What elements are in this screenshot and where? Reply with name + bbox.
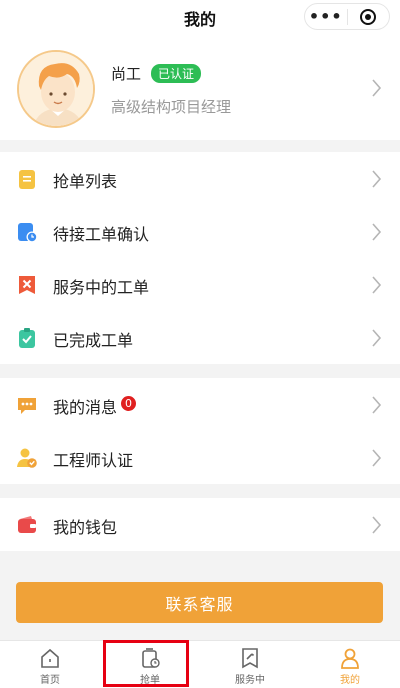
menu-label: 待接工单确认 — [53, 225, 150, 244]
clock-clipboard-icon — [18, 223, 38, 243]
tab-grab-order[interactable]: 抢单 — [100, 641, 200, 688]
messages-label: 我的消息 — [53, 398, 118, 417]
contact-service-button[interactable]: 联系客服 — [16, 582, 383, 623]
chevron-right-icon — [372, 329, 382, 347]
chevron-right-icon — [372, 223, 382, 241]
tab-in-service[interactable]: 服务中 — [200, 641, 300, 688]
clipboard-list-icon — [19, 170, 35, 189]
orders-menu-group: 抢单列表 待接工单确认 服务中的工单 已完成工单 — [0, 152, 400, 364]
target-circle-icon[interactable] — [348, 4, 390, 29]
tab-label: 首页 — [40, 675, 60, 686]
menu-item-pending-confirm[interactable]: 待接工单确认 — [0, 205, 400, 258]
verified-badge: 已认证 — [151, 64, 202, 83]
menu-label: 我的消息 0 — [53, 394, 137, 418]
nav-bar: 我的 ••• — [0, 0, 400, 34]
unread-count-badge: 0 — [121, 396, 137, 411]
chevron-right-icon — [372, 170, 382, 188]
wallet-menu-group: 我的钱包 — [0, 498, 400, 551]
tab-label: 服务中 — [235, 675, 265, 686]
menu-label: 服务中的工单 — [53, 278, 150, 297]
menu-item-in-service[interactable]: 服务中的工单 — [0, 258, 400, 311]
user-title: 高级结构项目经理 — [111, 98, 232, 116]
message-bubble-icon — [18, 398, 36, 414]
profile-card[interactable]: 尚工 已认证 高级结构项目经理 — [0, 34, 400, 140]
home-icon — [41, 648, 59, 668]
tab-label: 我的 — [340, 675, 360, 686]
account-menu-group: 我的消息 0 工程师认证 — [0, 378, 400, 484]
more-dots-icon[interactable]: ••• — [305, 4, 347, 29]
chevron-right-icon — [372, 516, 382, 534]
menu-item-grab-list[interactable]: 抢单列表 — [0, 152, 400, 205]
tab-label: 抢单 — [140, 675, 160, 686]
tab-mine[interactable]: 我的 — [300, 641, 400, 688]
name-line: 尚工 已认证 — [111, 63, 202, 84]
menu-item-completed[interactable]: 已完成工单 — [0, 311, 400, 364]
tab-home[interactable]: 首页 — [0, 641, 100, 688]
engineer-avatar-icon — [17, 50, 95, 128]
tools-cross-icon — [19, 276, 35, 294]
check-clipboard-icon — [19, 328, 35, 348]
menu-label: 工程师认证 — [53, 451, 134, 470]
chevron-right-icon — [372, 396, 382, 414]
menu-label: 抢单列表 — [53, 172, 118, 191]
chevron-right-icon — [372, 276, 382, 294]
chevron-right-icon — [372, 79, 382, 97]
user-name: 尚工 — [111, 65, 142, 83]
menu-item-engineer-verify[interactable]: 工程师认证 — [0, 431, 400, 484]
user-icon — [341, 648, 359, 669]
chevron-right-icon — [372, 449, 382, 467]
menu-label: 已完成工单 — [53, 331, 134, 350]
user-verify-icon — [17, 448, 37, 468]
wallet-icon — [18, 516, 36, 533]
tab-bar: 首页 抢单 服务中 我的 — [0, 640, 400, 688]
menu-label: 我的钱包 — [53, 518, 118, 537]
menu-item-messages[interactable]: 我的消息 0 — [0, 378, 400, 431]
menu-item-wallet[interactable]: 我的钱包 — [0, 498, 400, 551]
service-tools-icon — [242, 648, 258, 669]
grab-order-icon — [142, 648, 160, 668]
mini-program-capsule: ••• — [304, 3, 390, 30]
